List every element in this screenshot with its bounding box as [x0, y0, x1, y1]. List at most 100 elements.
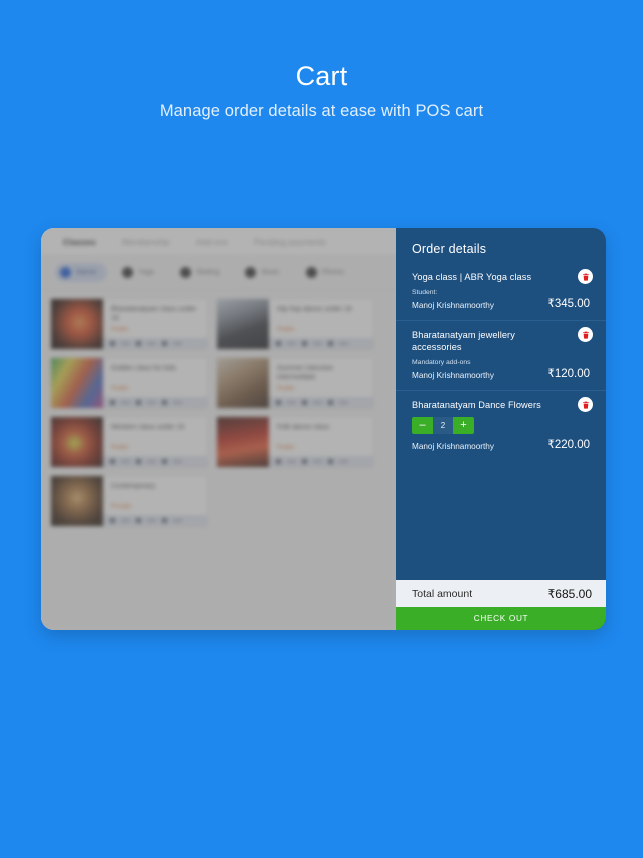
class-thumbnail-image	[51, 476, 103, 526]
class-card-meta	[103, 456, 207, 467]
meta-text-placeholder	[121, 401, 130, 404]
order-item-student: Manoj Krishnamoorthy	[412, 442, 494, 451]
meta-text-placeholder	[121, 519, 130, 522]
class-card-title: Summer intensive intermediate	[277, 365, 334, 381]
page-subtitle: Manage order details at ease with POS ca…	[159, 102, 484, 120]
class-card-grid: Bharatanatyam class under 16 Public Hip …	[41, 290, 396, 630]
page-title: Cart	[295, 61, 348, 91]
class-card[interactable]: Golden class for kids Public	[50, 357, 208, 409]
meta-text-placeholder	[339, 342, 348, 345]
class-card[interactable]: Summer intensive intermediate Public	[216, 357, 374, 409]
clock-icon	[136, 341, 141, 346]
class-thumbnail-image	[51, 358, 103, 408]
order-item-student: Manoj Krishnamoorthy	[412, 301, 494, 310]
trash-icon	[582, 331, 589, 339]
class-card-visibility: Public	[111, 385, 129, 392]
calendar-icon	[110, 518, 115, 523]
filter-chip-label: Music	[261, 269, 280, 276]
increment-quantity-button[interactable]: +	[453, 417, 474, 434]
clock-icon	[302, 459, 307, 464]
total-amount-value: ₹685.00	[547, 586, 592, 601]
total-amount-label: Total amount	[412, 587, 473, 600]
person-icon	[162, 400, 167, 405]
class-thumbnail-image	[217, 358, 269, 408]
meta-text-placeholder	[121, 342, 130, 345]
tab-pending-payments[interactable]: Pending payments	[254, 237, 326, 247]
meta-text-placeholder	[173, 342, 182, 345]
category-dot-icon	[179, 267, 191, 278]
catalogue-content: Classes Membership Add-ons Pending payme…	[41, 228, 396, 630]
tab-membership[interactable]: Membership	[122, 237, 170, 247]
class-card[interactable]: Folk dance class Public	[216, 416, 374, 468]
order-item-subtitle: Mandatory add-ons	[412, 359, 471, 366]
clock-icon	[302, 400, 307, 405]
category-dot-icon	[60, 267, 71, 278]
meta-text-placeholder	[339, 401, 348, 404]
class-thumbnail-image	[217, 299, 269, 349]
clock-icon	[136, 400, 141, 405]
class-card[interactable]: Hip hop dance under 16 Public	[216, 298, 374, 350]
class-card-visibility: Public	[277, 326, 295, 333]
order-item-price: ₹220.00	[547, 439, 591, 451]
meta-text-placeholder	[313, 460, 322, 463]
order-details-title: Order details	[412, 242, 487, 256]
decrement-quantity-button[interactable]: –	[412, 417, 433, 434]
order-item-name: Bharatanatyam Dance Flowers	[412, 400, 541, 410]
person-icon	[328, 459, 333, 464]
class-card-meta	[269, 338, 373, 349]
class-card[interactable]: Contemporary Private	[50, 475, 208, 527]
hero-section: Cart Manage order details at ease with P…	[0, 0, 643, 220]
order-item-subtitle: Student:	[412, 289, 438, 296]
meta-text-placeholder	[313, 342, 322, 345]
calendar-icon	[110, 459, 115, 464]
filter-chip-label: Fitness	[321, 269, 345, 276]
meta-text-placeholder	[147, 342, 156, 345]
class-card-visibility: Public	[277, 385, 295, 392]
tab-classes[interactable]: Classes	[63, 237, 96, 247]
filter-chip-dance[interactable]: Dance	[55, 263, 108, 282]
class-card-meta	[103, 397, 207, 408]
filter-chip-label: Yoga	[138, 269, 154, 276]
calendar-icon	[110, 400, 115, 405]
order-item-name: Yoga class | ABR Yoga class	[412, 272, 532, 282]
meta-text-placeholder	[121, 460, 130, 463]
meta-text-placeholder	[339, 460, 348, 463]
person-icon	[328, 341, 333, 346]
clock-icon	[136, 459, 141, 464]
class-thumbnail-image	[217, 417, 269, 467]
order-item-name: Bharatanatyam jewellery accessories	[412, 330, 515, 352]
class-card-meta	[103, 338, 207, 349]
meta-text-placeholder	[147, 401, 156, 404]
filter-chip-music[interactable]: Music	[240, 263, 290, 282]
category-filter-bar: Dance Yoga Skating Music Fitness	[41, 256, 396, 290]
tab-add-ons[interactable]: Add-ons	[196, 237, 228, 247]
order-item-price: ₹120.00	[547, 368, 591, 380]
filter-chip-fitness[interactable]: Fitness	[301, 263, 356, 282]
class-thumbnail-image	[51, 299, 103, 349]
meta-text-placeholder	[173, 519, 182, 522]
class-card[interactable]: Western class under 16 Public	[50, 416, 208, 468]
class-card-title: Folk dance class	[277, 424, 330, 431]
class-card-meta	[269, 397, 373, 408]
class-card-visibility: Private	[111, 503, 132, 510]
remove-item-button[interactable]	[578, 327, 593, 342]
filter-chip-label: Dance	[76, 269, 97, 276]
app-window: Classes Membership Add-ons Pending payme…	[41, 228, 606, 630]
trash-icon	[582, 401, 589, 409]
order-item: Yoga class | ABR Yoga class Student: Man…	[396, 267, 606, 320]
category-dot-icon	[245, 267, 257, 278]
filter-chip-label: Skating	[195, 269, 220, 276]
order-item: Bharatanatyam Dance Flowers – 2 + Manoj …	[396, 390, 606, 461]
remove-item-button[interactable]	[578, 269, 593, 284]
catalogue-pane: Classes Membership Add-ons Pending payme…	[41, 228, 396, 630]
filter-chip-skating[interactable]: Skating	[175, 263, 230, 282]
calendar-icon	[276, 341, 281, 346]
filter-chip-yoga[interactable]: Yoga	[117, 263, 165, 282]
class-card-title: Western class under 16	[111, 424, 185, 431]
checkout-button[interactable]: CHECK OUT	[396, 607, 606, 630]
remove-item-button[interactable]	[578, 397, 593, 412]
class-card[interactable]: Bharatanatyam class under 16 Public	[50, 298, 208, 350]
person-icon	[162, 459, 167, 464]
person-icon	[328, 400, 333, 405]
quantity-value[interactable]: 2	[433, 417, 453, 434]
